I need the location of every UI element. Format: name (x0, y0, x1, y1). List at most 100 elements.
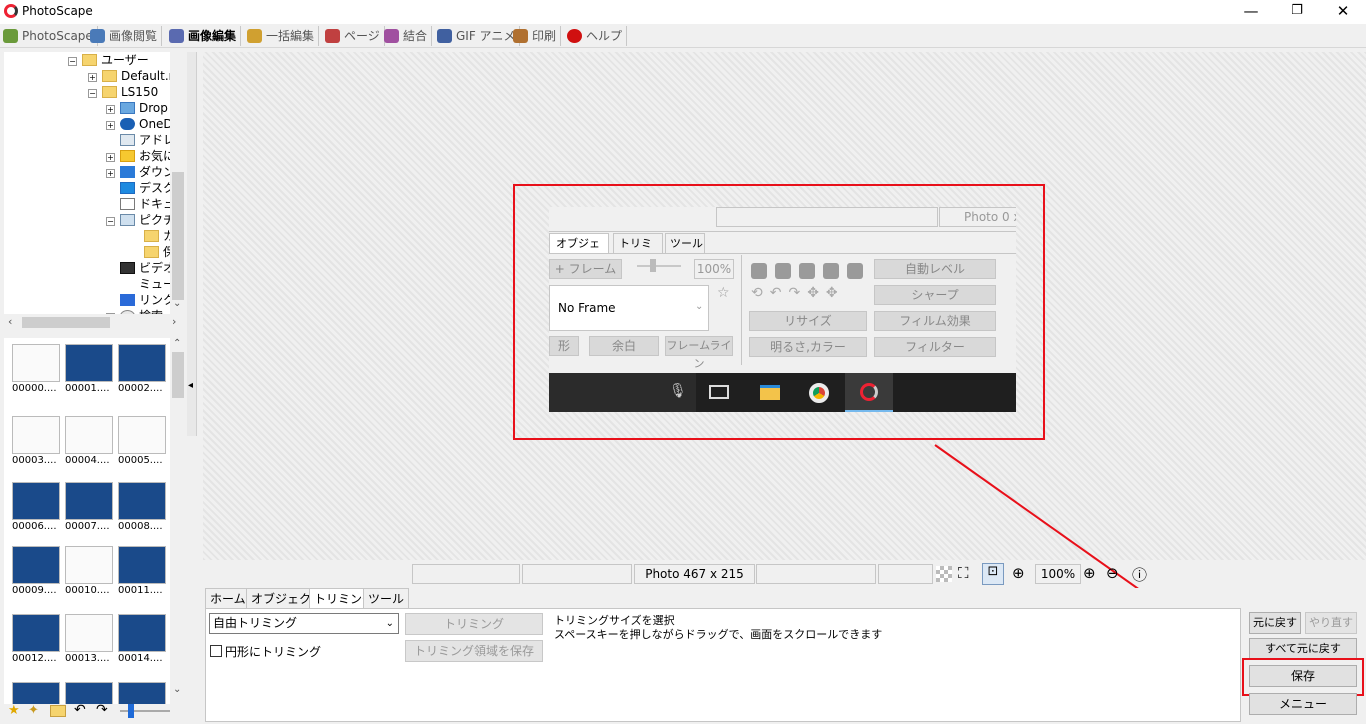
thumbnail[interactable]: 00003.... (12, 416, 60, 466)
slider-thumb[interactable] (128, 704, 134, 718)
tree-item[interactable]: + お気に (106, 148, 175, 164)
actual-size-icon[interactable]: ⊡ (982, 563, 1004, 585)
folder-tree[interactable]: − ユーザー + Default.m − LS150 + Drop + OneD アドレ … (4, 52, 185, 314)
circle-trim-checkbox[interactable] (210, 645, 222, 657)
trim-button[interactable]: トリミング (405, 613, 543, 635)
thumbnail[interactable]: 00006.... (12, 482, 60, 532)
thumbnail-image (118, 614, 166, 652)
chevron-up-icon[interactable]: ⌃ (173, 338, 181, 349)
star-icon[interactable]: ★ (8, 703, 20, 718)
expander[interactable]: − (106, 217, 115, 226)
expander[interactable]: + (88, 73, 97, 82)
menu-button[interactable]: メニュー (1249, 693, 1357, 715)
scroll-thumb[interactable] (22, 317, 110, 328)
thumbnail[interactable]: 00011.... (118, 546, 166, 596)
expander[interactable]: + (106, 105, 115, 114)
tab-page[interactable]: ページ (322, 26, 385, 46)
tree-vertical-scrollbar[interactable]: ⌄ (170, 52, 186, 314)
expander[interactable]: + (106, 153, 115, 162)
tab-editor[interactable]: 画像編集 (166, 26, 242, 46)
maximize-button[interactable]: ❐ (1274, 0, 1320, 24)
tree-item[interactable]: + Default.m (88, 68, 180, 84)
tree-item[interactable]: − ユーザー (68, 52, 149, 68)
thumbnail-grid[interactable]: 00000.... 00001.... 00002.... 00003.... … (4, 338, 186, 704)
tab-viewer[interactable]: 画像閲覧 (87, 26, 163, 46)
tree-item[interactable]: − LS150 (88, 84, 158, 100)
redo-button[interactable]: やり直す (1305, 612, 1357, 634)
thumbnail[interactable]: 00009.... (12, 546, 60, 596)
tree-item[interactable]: − ピクチ (106, 212, 175, 228)
tree-item[interactable]: ドキュ (120, 196, 175, 212)
close-button[interactable]: ✕ (1320, 0, 1366, 24)
thumbnail-label: 00012.... (12, 653, 57, 664)
thumbnail[interactable]: 00004.... (65, 416, 113, 466)
tree-item[interactable]: + OneD (106, 116, 173, 132)
thumbnail[interactable]: 00013.... (65, 614, 113, 664)
tree-item[interactable]: ミュー (120, 276, 175, 292)
thumbnail[interactable]: 00012.... (12, 614, 60, 664)
tree-horizontal-scrollbar[interactable]: ‹ › (4, 314, 186, 331)
tree-item[interactable]: + Drop (106, 100, 168, 116)
back-arrow-icon[interactable]: ↶ (74, 702, 86, 718)
circle-trim-label[interactable]: 円形にトリミング (225, 643, 321, 660)
expander[interactable]: + (106, 169, 115, 178)
thumbnail[interactable]: 00007.... (65, 482, 113, 532)
tree-item[interactable]: アドレ (120, 132, 175, 148)
tab-gif[interactable]: GIF アニメ (434, 26, 521, 46)
scroll-thumb[interactable] (172, 352, 184, 398)
undo-all-button[interactable]: すべて元に戻す (1249, 638, 1357, 660)
thumbnail[interactable] (118, 682, 166, 704)
panel-splitter[interactable]: ◂ (187, 52, 200, 704)
thumbnail[interactable]: 00000.... (12, 344, 60, 394)
transparency-icon[interactable] (936, 566, 952, 582)
desktop-icon (120, 182, 135, 194)
tree-label: ユーザー (101, 53, 149, 67)
undo-button[interactable]: 元に戻す (1249, 612, 1301, 634)
expander[interactable]: + (106, 121, 115, 130)
trim-mode-select[interactable]: 自由トリミング ⌄ (209, 613, 399, 634)
minimize-button[interactable]: — (1228, 0, 1274, 24)
chevron-down-icon[interactable]: ⌄ (173, 298, 181, 309)
zoom-level[interactable]: 100% (1035, 564, 1081, 584)
thumbnail[interactable] (12, 682, 60, 704)
thumbnail[interactable]: 00005.... (118, 416, 166, 466)
tab-home[interactable]: ホーム (205, 588, 251, 608)
folder-icon[interactable] (50, 705, 66, 717)
info-icon[interactable]: ⓘ (1132, 564, 1147, 585)
thumbnail[interactable]: 00001.... (65, 344, 113, 394)
thumbnail[interactable] (65, 682, 113, 704)
tree-item[interactable]: ビデオ (120, 260, 175, 276)
collapse-arrow-icon[interactable]: ◂ (188, 380, 193, 391)
splitter-bar[interactable] (187, 52, 197, 436)
forward-arrow-icon[interactable]: ↷ (96, 702, 108, 718)
fit-to-window-icon[interactable]: ⛶ (958, 564, 969, 582)
chevron-right-icon[interactable]: › (172, 315, 176, 328)
tree-item[interactable]: + ダウン (106, 164, 175, 180)
chevron-left-icon[interactable]: ‹ (8, 315, 12, 328)
tab-help[interactable]: ヘルプ (564, 26, 628, 46)
thumbnail[interactable]: 00002.... (118, 344, 166, 394)
save-trim-area-button[interactable]: トリミング領域を保存 (405, 640, 543, 662)
scroll-thumb[interactable] (172, 172, 184, 300)
zoom-fit-icon[interactable]: ⊕ (1012, 564, 1025, 582)
chevron-down-icon[interactable]: ⌄ (173, 684, 181, 695)
tab-batch[interactable]: 一括編集 (244, 26, 320, 46)
thumbnail[interactable]: 00008.... (118, 482, 166, 532)
zoom-out-icon[interactable]: ⊖ (1106, 564, 1119, 582)
zoom-in-icon[interactable]: ⊕ (1083, 564, 1096, 582)
expander[interactable]: − (68, 57, 77, 66)
favorites-folder-icon[interactable]: ✦ (28, 703, 39, 718)
thumbnail-image (65, 344, 113, 382)
tab-print[interactable]: 印刷 (510, 26, 562, 46)
thumbnail[interactable]: 00014.... (118, 614, 166, 664)
tree-item[interactable]: リンク (120, 292, 175, 308)
expander[interactable]: − (88, 89, 97, 98)
thumbnail-scrollbar[interactable]: ⌃ ⌄ (170, 338, 186, 704)
tree-item[interactable]: デスク (120, 180, 175, 196)
tab-photoscape[interactable]: PhotoScape (0, 26, 98, 46)
tab-combine[interactable]: 結合 (381, 26, 433, 46)
thumbnail[interactable]: 00010.... (65, 546, 113, 596)
thumbnail-label: 00009.... (12, 585, 57, 596)
tab-tools[interactable]: ツール (363, 588, 410, 608)
thumbnail-image (65, 416, 113, 454)
